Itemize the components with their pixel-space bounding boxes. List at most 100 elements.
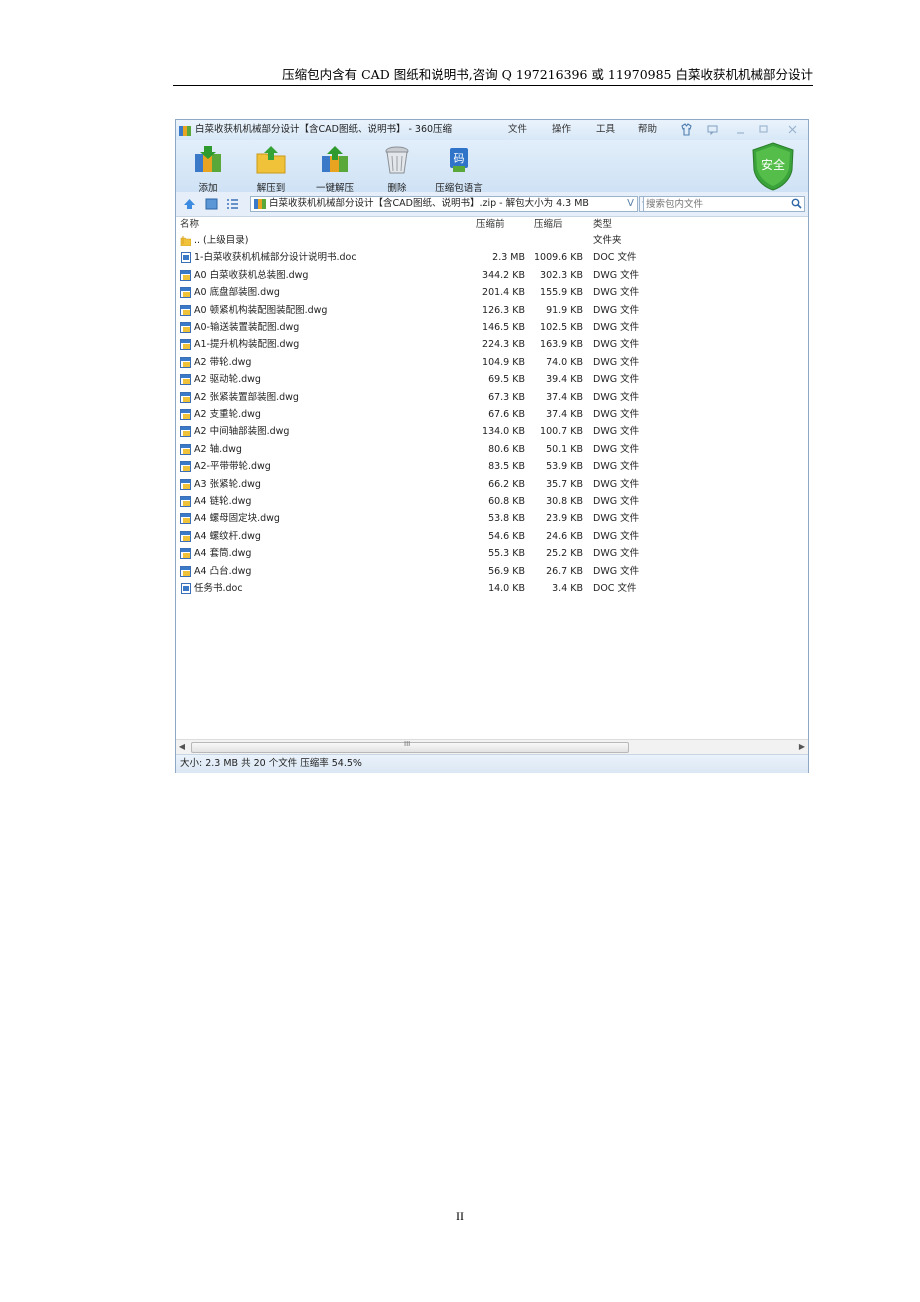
file-row[interactable]: A4 凸台.dwg 56.9 KB 26.7 KB DWG 文件: [176, 563, 808, 580]
delete-button[interactable]: 删除: [369, 144, 425, 194]
size-before: 69.5 KB: [488, 374, 525, 386]
file-row[interactable]: A4 链轮.dwg 60.8 KB 30.8 KB DWG 文件: [176, 493, 808, 510]
file-row[interactable]: .. (上级目录) 文件夹: [176, 232, 808, 249]
path-chevron-icon[interactable]: V: [627, 197, 634, 211]
file-type: DWG 文件: [593, 530, 640, 542]
dwg-icon: [180, 496, 191, 507]
file-name: A4 螺纹杆.dwg: [194, 530, 261, 542]
file-row[interactable]: A2 轴.dwg 80.6 KB 50.1 KB DWG 文件: [176, 441, 808, 458]
file-type: DWG 文件: [593, 374, 640, 386]
column-type[interactable]: 类型: [593, 217, 612, 232]
file-list-header: 名称 压缩前 压缩后 类型: [176, 217, 808, 232]
file-row[interactable]: A3 张紧轮.dwg 66.2 KB 35.7 KB DWG 文件: [176, 476, 808, 493]
file-name: A2 轴.dwg: [194, 443, 242, 455]
trash-icon: [385, 146, 409, 174]
dwg-icon: [180, 322, 191, 333]
list-view-icon[interactable]: [226, 198, 239, 210]
archive-path: 白菜收获机机械部分设计【含CAD图纸、说明书】.zip - 解包大小为 4.3 …: [269, 198, 589, 209]
size-before: 80.6 KB: [488, 443, 525, 455]
one-click-extract-button[interactable]: 一键解压: [307, 144, 363, 194]
file-name: .. (上级目录): [194, 235, 249, 246]
column-name[interactable]: 名称: [180, 217, 199, 232]
doc-icon: [181, 583, 191, 594]
scroll-right-icon[interactable]: ▶: [796, 740, 808, 754]
file-row[interactable]: A4 螺纹杆.dwg 54.6 KB 24.6 KB DWG 文件: [176, 528, 808, 545]
file-type: DWG 文件: [593, 426, 640, 438]
menu-file[interactable]: 文件: [508, 120, 527, 140]
search-input[interactable]: [646, 197, 786, 211]
dwg-icon: [180, 513, 191, 525]
file-row[interactable]: 任务书.doc 14.0 KB 3.4 KB DOC 文件: [176, 580, 808, 597]
archive-language-button[interactable]: 码 压缩包语言: [431, 144, 487, 194]
file-row[interactable]: A4 套筒.dwg 55.3 KB 25.2 KB DWG 文件: [176, 545, 808, 562]
file-row[interactable]: A2 支重轮.dwg 67.6 KB 37.4 KB DWG 文件: [176, 406, 808, 423]
file-row[interactable]: A2 带轮.dwg 104.9 KB 74.0 KB DWG 文件: [176, 354, 808, 371]
file-row[interactable]: A2-平带带轮.dwg 83.5 KB 53.9 KB DWG 文件: [176, 458, 808, 475]
add-button[interactable]: 添加: [180, 144, 236, 194]
path-field[interactable]: 白菜收获机机械部分设计【含CAD图纸、说明书】.zip - 解包大小为 4.3 …: [250, 196, 638, 212]
menu-tools[interactable]: 工具: [596, 120, 615, 140]
page-header: 压缩包内含有 CAD 图纸和说明书,咨询 Q 197216396 或 11970…: [173, 66, 813, 86]
size-before: 56.9 KB: [488, 565, 525, 577]
size-before: 53.8 KB: [488, 513, 525, 525]
file-type: DWG 文件: [593, 409, 640, 420]
file-type: DWG 文件: [593, 513, 640, 525]
file-row[interactable]: A2 驱动轮.dwg 69.5 KB 39.4 KB DWG 文件: [176, 371, 808, 388]
close-icon[interactable]: [786, 123, 799, 136]
thumbnail-view-icon[interactable]: [205, 198, 218, 210]
file-name: A0 顿紧机构装配图装配图.dwg: [194, 304, 328, 316]
size-after: 37.4 KB: [546, 391, 583, 403]
column-size-after[interactable]: 压缩后: [534, 217, 563, 232]
file-row[interactable]: A2 张紧装置部装图.dwg 67.3 KB 37.4 KB DWG 文件: [176, 389, 808, 406]
file-name: A0-输送装置装配图.dwg: [194, 322, 300, 333]
address-bar: 白菜收获机机械部分设计【含CAD图纸、说明书】.zip - 解包大小为 4.3 …: [176, 192, 808, 217]
horizontal-scrollbar[interactable]: ◀ III ▶: [176, 739, 808, 754]
file-type: DOC 文件: [593, 252, 637, 264]
file-row[interactable]: A4 螺母固定块.dwg 53.8 KB 23.9 KB DWG 文件: [176, 510, 808, 527]
file-row[interactable]: A0 顿紧机构装配图装配图.dwg 126.3 KB 91.9 KB DWG 文件: [176, 302, 808, 319]
shirt-skin-icon[interactable]: [680, 123, 693, 136]
maximize-icon[interactable]: [757, 123, 770, 136]
page-number: II: [456, 1209, 464, 1223]
code-language-icon: 码: [450, 148, 468, 172]
search-icon[interactable]: [791, 198, 802, 209]
file-row[interactable]: A0 底盘部装图.dwg 201.4 KB 155.9 KB DWG 文件: [176, 284, 808, 301]
menu-operate[interactable]: 操作: [552, 120, 571, 140]
dwg-icon: [180, 443, 191, 455]
dwg-icon: [180, 409, 191, 420]
file-name: A4 螺母固定块.dwg: [194, 513, 280, 525]
file-row[interactable]: A0-输送装置装配图.dwg 146.5 KB 102.5 KB DWG 文件: [176, 319, 808, 336]
dwg-icon: [180, 426, 191, 438]
scroll-left-icon[interactable]: ◀: [176, 740, 188, 754]
file-name: A4 链轮.dwg: [194, 496, 252, 507]
scroll-thumb[interactable]: III: [191, 740, 629, 753]
up-arrow-icon[interactable]: [183, 198, 196, 210]
size-after: 155.9 KB: [540, 287, 583, 299]
file-type: DWG 文件: [593, 391, 640, 403]
file-name: A2 带轮.dwg: [194, 356, 252, 368]
file-name: A2 支重轮.dwg: [194, 409, 261, 420]
size-after: 163.9 KB: [540, 339, 583, 351]
size-before: 344.2 KB: [482, 269, 525, 281]
message-icon[interactable]: [706, 123, 719, 136]
safe-badge[interactable]: 安全: [750, 140, 796, 192]
size-after: 26.7 KB: [546, 565, 583, 577]
search-field[interactable]: [643, 196, 805, 212]
file-type: DWG 文件: [593, 304, 640, 316]
file-row[interactable]: A0 白菜收获机总装图.dwg 344.2 KB 302.3 KB DWG 文件: [176, 267, 808, 284]
size-before: 14.0 KB: [488, 583, 525, 594]
menu-help[interactable]: 帮助: [638, 120, 657, 140]
dwg-icon: [180, 304, 191, 316]
file-type: DWG 文件: [593, 287, 640, 299]
column-size-before[interactable]: 压缩前: [476, 217, 505, 232]
extract-to-button[interactable]: 解压到: [243, 144, 299, 194]
file-type: DWG 文件: [593, 496, 640, 507]
extract-folder-icon: [256, 146, 286, 174]
file-type: 文件夹: [593, 235, 622, 246]
file-row[interactable]: 1-白菜收获机机械部分设计说明书.doc 2.3 MB 1009.6 KB DOC 文…: [176, 249, 808, 266]
minimize-icon[interactable]: [734, 123, 747, 136]
size-after: 24.6 KB: [546, 530, 583, 542]
file-row[interactable]: A1-提升机构装配图.dwg 224.3 KB 163.9 KB DWG 文件: [176, 336, 808, 353]
dwg-icon: [180, 548, 191, 560]
file-row[interactable]: A2 中间轴部装图.dwg 134.0 KB 100.7 KB DWG 文件: [176, 423, 808, 440]
